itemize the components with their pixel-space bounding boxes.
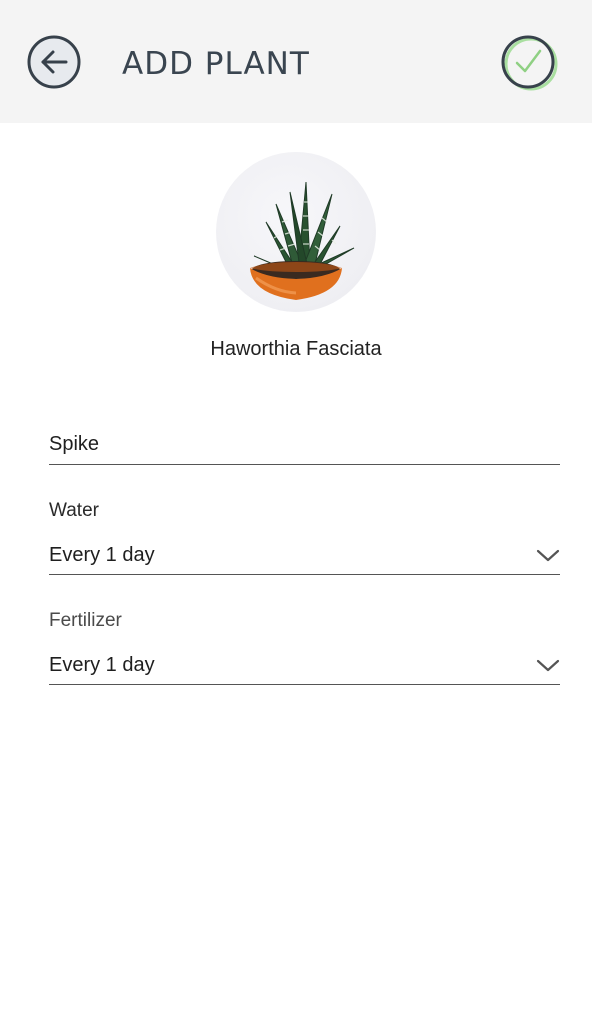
water-select[interactable]: Every 1 day [49,542,560,576]
app-header: ADD PLANT [0,0,592,123]
nickname-underline [49,464,560,465]
back-button[interactable] [27,35,83,91]
check-circle-icon [501,35,558,91]
chevron-down-icon [536,549,560,562]
fertilizer-value: Every 1 day [49,654,155,676]
fertilizer-underline [49,684,560,685]
haworthia-plant-photo [250,181,355,300]
page-title: ADD PLANT [122,46,310,82]
arrow-left-circle-icon [27,35,81,89]
plant-name: Haworthia Fasciata [210,338,382,360]
plant-photo[interactable] [216,152,376,312]
water-value: Every 1 day [49,544,155,566]
nickname-value: Spike [49,433,100,455]
water-label: Water [49,500,99,521]
chevron-down-icon [536,659,560,672]
fertilizer-select[interactable]: Every 1 day [49,652,560,686]
water-underline [49,574,560,575]
confirm-button[interactable] [500,35,560,91]
nickname-field[interactable]: Spike [49,431,560,466]
fertilizer-label: Fertilizer [49,610,122,631]
